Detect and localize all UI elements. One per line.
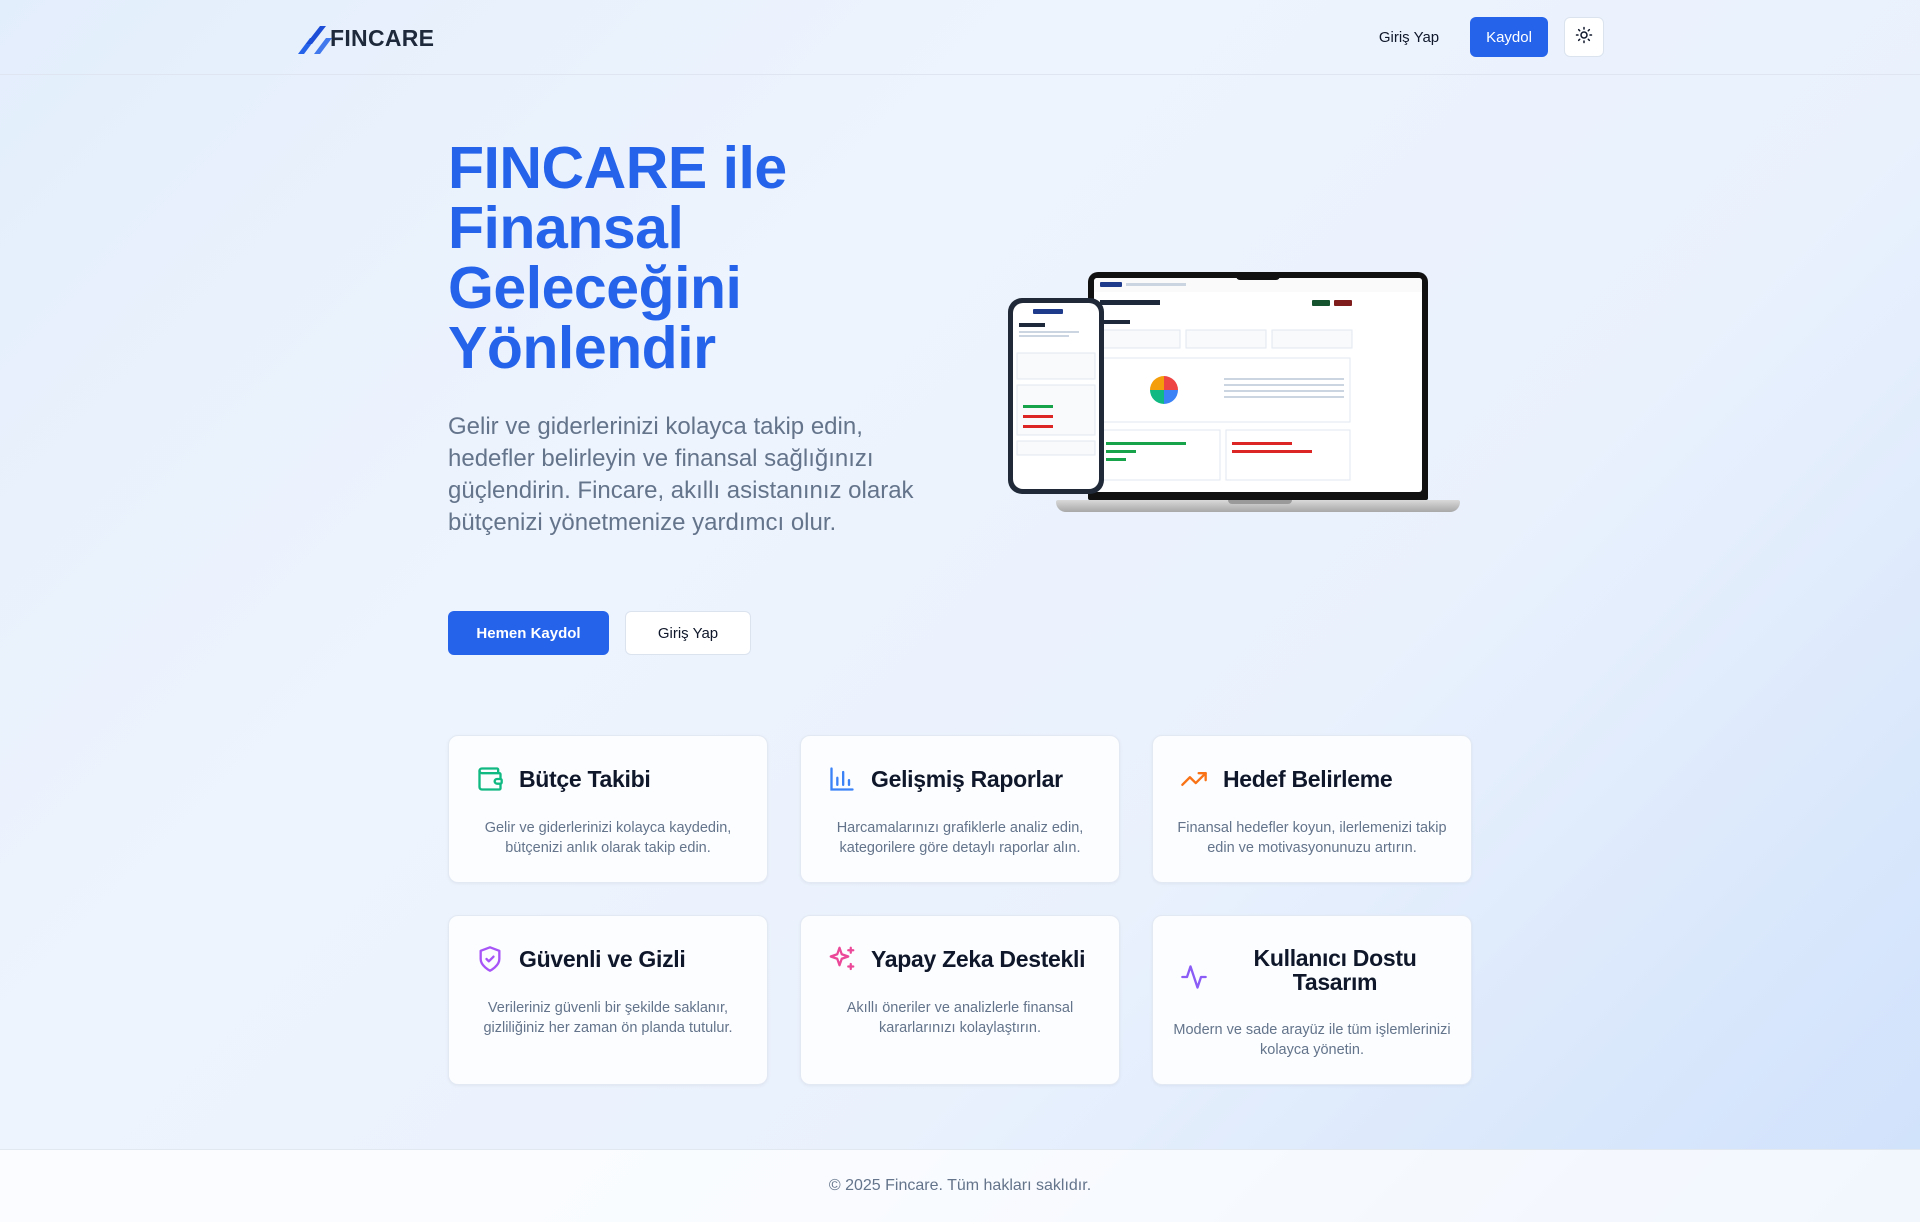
sparkles-icon (827, 944, 857, 974)
hero-title-line: Yönlendir (448, 315, 716, 381)
feature-card-reports: Gelişmiş Raporlar Harcamalarınızı grafik… (800, 735, 1120, 883)
header-login-button[interactable]: Giriş Yap (1360, 18, 1458, 56)
site-header: FINCARE Giriş Yap Kaydol (0, 0, 1920, 75)
header-signup-button[interactable]: Kaydol (1470, 17, 1548, 57)
laptop-base-cut (1228, 500, 1292, 504)
hero-signup-button[interactable]: Hemen Kaydol (448, 611, 609, 655)
feature-title: Gelişmiş Raporlar (871, 765, 1063, 792)
feature-card-goals: Hedef Belirleme Finansal hedefler koyun,… (1152, 735, 1472, 883)
hero-title-line: Finansal (448, 195, 684, 261)
feature-title: Kullanıcı Dostu Tasarım (1253, 945, 1417, 995)
feature-description: Harcamalarınızı grafiklerle analiz edin,… (836, 820, 1084, 856)
logo-text: FINCARE (330, 24, 435, 51)
device-mockup-image (1008, 272, 1460, 524)
feature-card-ux: Kullanıcı Dostu Tasarım Modern ve sade a… (1152, 915, 1472, 1085)
copyright-text: © 2025 Fincare. Tüm hakları saklıdır. (828, 1177, 1092, 1194)
trending-up-icon (1179, 764, 1209, 794)
feature-description: Gelir ve giderlerinizi kolayca kaydedin,… (484, 820, 732, 856)
activity-icon (1179, 962, 1209, 992)
feature-title: Hedef Belirleme (1223, 765, 1393, 792)
hero-title-line: FINCARE ile (448, 135, 787, 201)
laptop-screen (1088, 272, 1428, 500)
hero-login-button[interactable]: Giriş Yap (625, 611, 751, 655)
feature-card-ai: Yapay Zeka Destekli Akıllı öneriler ve a… (800, 915, 1120, 1085)
feature-description: Verileriniz güvenli bir şekilde saklanır… (483, 1000, 733, 1036)
hero-title-line: Geleceğini (448, 255, 742, 321)
hero-title: FINCARE ile Finansal Geleceğini Yönlendi… (448, 138, 968, 378)
theme-toggle-button[interactable] (1564, 17, 1604, 57)
shield-check-icon (475, 944, 505, 974)
laptop-notch (1236, 272, 1280, 280)
phone-frame (1008, 298, 1104, 494)
feature-title: Yapay Zeka Destekli (871, 945, 1086, 972)
laptop-dashboard-preview (1094, 278, 1422, 492)
feature-description: Akıllı öneriler ve analizlerle finansal … (846, 1000, 1074, 1036)
feature-title: Güvenli ve Gizli (519, 945, 686, 972)
logo[interactable]: FINCARE (296, 18, 434, 58)
site-footer: © 2025 Fincare. Tüm hakları saklıdır. (0, 1149, 1920, 1222)
hero-description: Gelir ve giderlerinizi kolayca takip edi… (448, 413, 914, 536)
feature-card-budget: Bütçe Takibi Gelir ve giderlerinizi kola… (448, 735, 768, 883)
feature-description: Modern ve sade arayüz ile tüm işlemlerin… (1173, 1022, 1451, 1058)
feature-description: Finansal hedefler koyun, ilerlemenizi ta… (1177, 820, 1447, 856)
wallet-icon (475, 764, 505, 794)
feature-card-security: Güvenli ve Gizli Verileriniz güvenli bir… (448, 915, 768, 1085)
bar-chart-icon (827, 764, 857, 794)
phone-reports-preview (1013, 303, 1099, 489)
feature-title: Bütçe Takibi (519, 765, 651, 792)
fincare-logo-icon (296, 18, 338, 58)
sun-icon (1575, 26, 1593, 49)
